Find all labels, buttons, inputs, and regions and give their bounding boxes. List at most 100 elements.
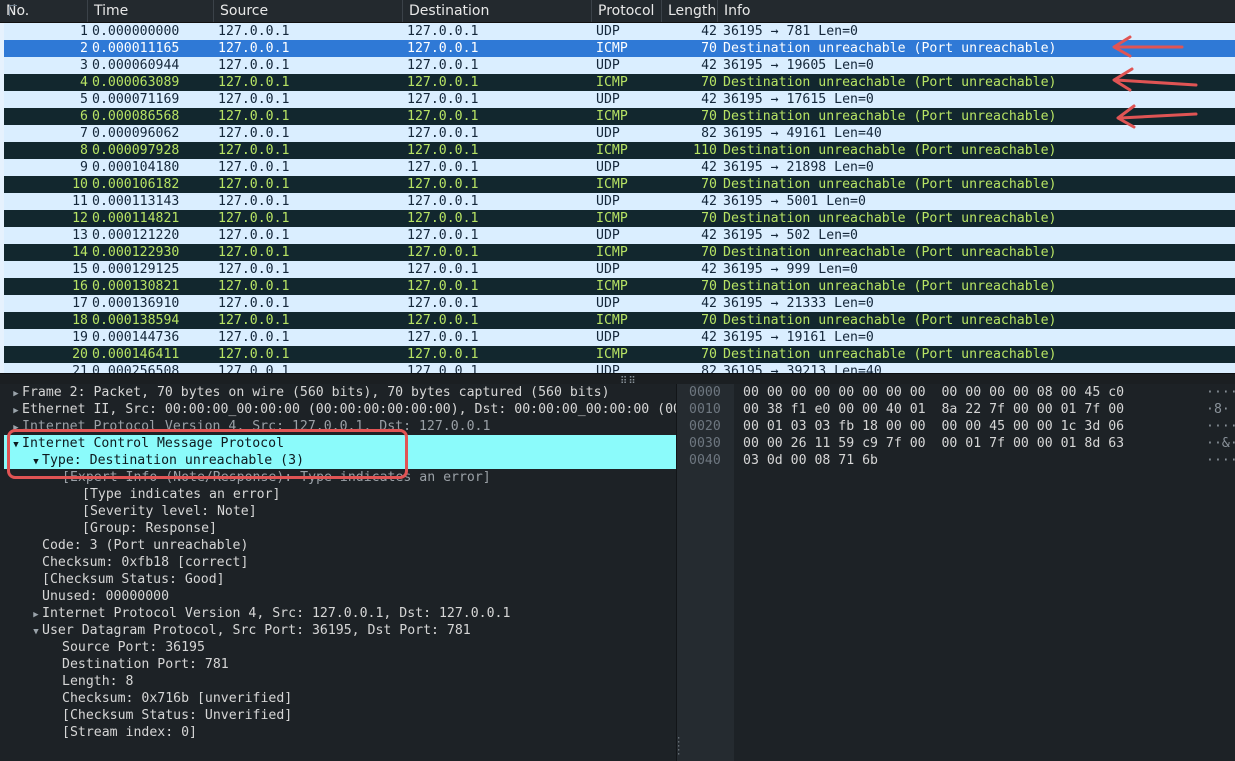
hex-bytes-line[interactable]: 00 00 26 11 59 c9 7f 00 00 01 7f 00 00 0… bbox=[743, 435, 1124, 452]
detail-tree-row[interactable]: [Type indicates an error] bbox=[4, 486, 676, 503]
detail-tree-row[interactable]: Checksum: 0x716b [unverified] bbox=[4, 690, 676, 707]
pane-splitter[interactable]: ⠿⠿ bbox=[0, 373, 1235, 387]
packet-protocol: UDP bbox=[596, 24, 620, 39]
packet-list[interactable]: No. Time Source Destination Protocol Len… bbox=[0, 0, 1235, 373]
detail-tree-row[interactable]: [Stream index: 0] bbox=[4, 724, 676, 741]
packet-destination: 127.0.0.1 bbox=[407, 245, 479, 260]
hex-ascii-line[interactable]: ·8· bbox=[1206, 401, 1230, 418]
packet-source: 127.0.0.1 bbox=[218, 279, 290, 294]
packet-protocol: UDP bbox=[596, 330, 620, 345]
column-header-info[interactable]: Info bbox=[718, 0, 1235, 22]
hex-ascii-line[interactable]: ··&· bbox=[1206, 435, 1235, 452]
hex-bytes-line[interactable]: 03 0d 00 08 71 6b bbox=[743, 452, 878, 469]
packet-source: 127.0.0.1 bbox=[218, 75, 290, 90]
packet-row[interactable]: 10 0.000106182 127.0.0.1 127.0.0.1 ICMP 70 Des… bbox=[4, 176, 1235, 193]
packet-row[interactable]: 9 0.000104180 127.0.0.1 127.0.0.1 UDP 42 36195… bbox=[4, 159, 1235, 176]
detail-text: [Checksum Status: Unverified] bbox=[62, 708, 293, 723]
packet-no: 17 bbox=[72, 296, 88, 311]
detail-tree-row[interactable]: Length: 8 bbox=[4, 673, 676, 690]
detail-text: Length: 8 bbox=[62, 674, 134, 689]
packet-protocol: ICMP bbox=[596, 109, 628, 124]
packet-time: 0.000071169 bbox=[92, 92, 180, 107]
packet-length: 42 bbox=[701, 262, 717, 277]
packet-destination: 127.0.0.1 bbox=[407, 160, 479, 175]
packet-row[interactable]: 19 0.000144736 127.0.0.1 127.0.0.1 UDP 42 3619… bbox=[4, 329, 1235, 346]
packet-row[interactable]: 21 0.000256508 127.0.0.1 127.0.0.1 UDP 82 3619… bbox=[4, 363, 1235, 373]
hex-ascii-line[interactable]: ···· bbox=[1206, 418, 1235, 435]
packet-row[interactable]: 4 0.000063089 127.0.0.1 127.0.0.1 ICMP 70 Dest… bbox=[4, 74, 1235, 91]
packet-bytes-pane[interactable]: 00 00 00 00 00 00 00 00 00 00 00 00 08 0… bbox=[734, 384, 1235, 761]
related-packet-marker-icon bbox=[9, 5, 17, 16]
packet-row[interactable]: 20 0.000146411 127.0.0.1 127.0.0.1 ICMP 70 Des… bbox=[4, 346, 1235, 363]
packet-row[interactable]: 7 0.000096062 127.0.0.1 127.0.0.1 UDP 82 36195… bbox=[4, 125, 1235, 142]
hex-ascii-line[interactable]: ···· bbox=[1206, 384, 1235, 401]
column-header-source[interactable]: Source bbox=[214, 0, 403, 22]
packet-source: 127.0.0.1 bbox=[218, 364, 290, 373]
hex-bytes-line[interactable]: 00 00 00 00 00 00 00 00 00 00 00 00 08 0… bbox=[743, 384, 1124, 401]
detail-tree-row[interactable]: [Severity level: Note] bbox=[4, 503, 676, 520]
packet-row[interactable]: 5 0.000071169 127.0.0.1 127.0.0.1 UDP 42 36195… bbox=[4, 91, 1235, 108]
detail-text: Frame 2: Packet, 70 bytes on wire (560 b… bbox=[22, 385, 610, 400]
detail-tree-row[interactable]: Checksum: 0xfb18 [correct] bbox=[4, 554, 676, 571]
packet-no: 3 bbox=[80, 58, 88, 73]
packet-destination: 127.0.0.1 bbox=[407, 211, 479, 226]
packet-time: 0.000104180 bbox=[92, 160, 180, 175]
detail-text: Source Port: 36195 bbox=[62, 640, 205, 655]
packet-time: 0.000122930 bbox=[92, 245, 180, 260]
hex-bytes-line[interactable]: 00 01 03 03 fb 18 00 00 00 00 45 00 00 1… bbox=[743, 418, 1124, 435]
packet-row[interactable]: 17 0.000136910 127.0.0.1 127.0.0.1 UDP 42 3619… bbox=[4, 295, 1235, 312]
hex-ascii-line[interactable]: ···· bbox=[1206, 452, 1235, 469]
packet-time: 0.000011165 bbox=[92, 41, 180, 56]
packet-info: Destination unreachable (Port unreachabl… bbox=[723, 279, 1057, 294]
packet-destination: 127.0.0.1 bbox=[407, 24, 479, 39]
packet-no: 9 bbox=[80, 160, 88, 175]
packet-row[interactable]: 15 0.000129125 127.0.0.1 127.0.0.1 UDP 42 3619… bbox=[4, 261, 1235, 278]
packet-time: 0.000063089 bbox=[92, 75, 180, 90]
packet-row[interactable]: 12 0.000114821 127.0.0.1 127.0.0.1 ICMP 70 Des… bbox=[4, 210, 1235, 227]
packet-row[interactable]: 2 0.000011165 127.0.0.1 127.0.0.1 ICMP 70 Dest… bbox=[4, 40, 1235, 57]
packet-info: 36195 → 5001 Len=0 bbox=[723, 194, 866, 209]
detail-tree-row[interactable]: Code: 3 (Port unreachable) bbox=[4, 537, 676, 554]
packet-no: 7 bbox=[80, 126, 88, 141]
hex-offset: 0040 bbox=[689, 453, 721, 468]
detail-text: [Type indicates an error] bbox=[82, 487, 281, 502]
detail-tree-row[interactable]: [Group: Response] bbox=[4, 520, 676, 537]
packet-time: 0.000060944 bbox=[92, 58, 180, 73]
packet-destination: 127.0.0.1 bbox=[407, 279, 479, 294]
detail-text: [Stream index: 0] bbox=[62, 725, 197, 740]
detail-tree-row[interactable]: [Checksum Status: Unverified] bbox=[4, 707, 676, 724]
packet-row[interactable]: 6 0.000086568 127.0.0.1 127.0.0.1 ICMP 70 Dest… bbox=[4, 108, 1235, 125]
packet-no: 14 bbox=[72, 245, 88, 260]
column-header-length[interactable]: Length bbox=[662, 0, 718, 22]
packet-row[interactable]: 11 0.000113143 127.0.0.1 127.0.0.1 UDP 42 3619… bbox=[4, 193, 1235, 210]
packet-protocol: UDP bbox=[596, 364, 620, 373]
hex-bytes-line[interactable]: 00 38 f1 e0 00 00 40 01 8a 22 7f 00 00 0… bbox=[743, 401, 1124, 418]
packet-source: 127.0.0.1 bbox=[218, 262, 290, 277]
detail-tree-row[interactable]: ▶ Internet Protocol Version 4, Src: 127.0… bbox=[4, 605, 676, 622]
packet-protocol: ICMP bbox=[596, 41, 628, 56]
detail-tree-row[interactable]: ▶ Frame 2: Packet, 70 bytes on wire (560 … bbox=[4, 384, 676, 401]
packet-row[interactable]: 8 0.000097928 127.0.0.1 127.0.0.1 ICMP 110 Des… bbox=[4, 142, 1235, 159]
column-header-time[interactable]: Time bbox=[88, 0, 214, 22]
red-arrow-icon bbox=[1112, 67, 1198, 92]
detail-tree-row[interactable]: Unused: 00000000 bbox=[4, 588, 676, 605]
detail-tree-row[interactable]: ▶ Ethernet II, Src: 00:00:00_00:00:00 (00… bbox=[4, 401, 676, 418]
packet-row[interactable]: 13 0.000121220 127.0.0.1 127.0.0.1 UDP 42 3619… bbox=[4, 227, 1235, 244]
packet-source: 127.0.0.1 bbox=[218, 245, 290, 260]
detail-tree-row[interactable]: Destination Port: 781 bbox=[4, 656, 676, 673]
detail-tree-row[interactable]: [Checksum Status: Good] bbox=[4, 571, 676, 588]
packet-row[interactable]: 16 0.000130821 127.0.0.1 127.0.0.1 ICMP 70 Des… bbox=[4, 278, 1235, 295]
vertical-splitter-grip-icon[interactable]: · · · · · bbox=[676, 735, 681, 760]
column-header-destination[interactable]: Destination bbox=[403, 0, 592, 22]
detail-text: Checksum: 0xfb18 [correct] bbox=[42, 555, 249, 570]
packet-no: 16 bbox=[72, 279, 88, 294]
detail-tree-row[interactable]: Source Port: 36195 bbox=[4, 639, 676, 656]
packet-row[interactable]: 14 0.000122930 127.0.0.1 127.0.0.1 ICMP 70 Des… bbox=[4, 244, 1235, 261]
column-header-protocol[interactable]: Protocol bbox=[592, 0, 662, 22]
detail-tree-row[interactable]: ▼ User Datagram Protocol, Src Port: 36195… bbox=[4, 622, 676, 639]
packet-row[interactable]: 3 0.000060944 127.0.0.1 127.0.0.1 UDP 42 36195… bbox=[4, 57, 1235, 74]
packet-row[interactable]: 18 0.000138594 127.0.0.1 127.0.0.1 ICMP 70 Des… bbox=[4, 312, 1235, 329]
packet-protocol: UDP bbox=[596, 296, 620, 311]
packet-no: 15 bbox=[72, 262, 88, 277]
packet-row[interactable]: 1 0.000000000 127.0.0.1 127.0.0.1 UDP 42 36195… bbox=[4, 23, 1235, 40]
